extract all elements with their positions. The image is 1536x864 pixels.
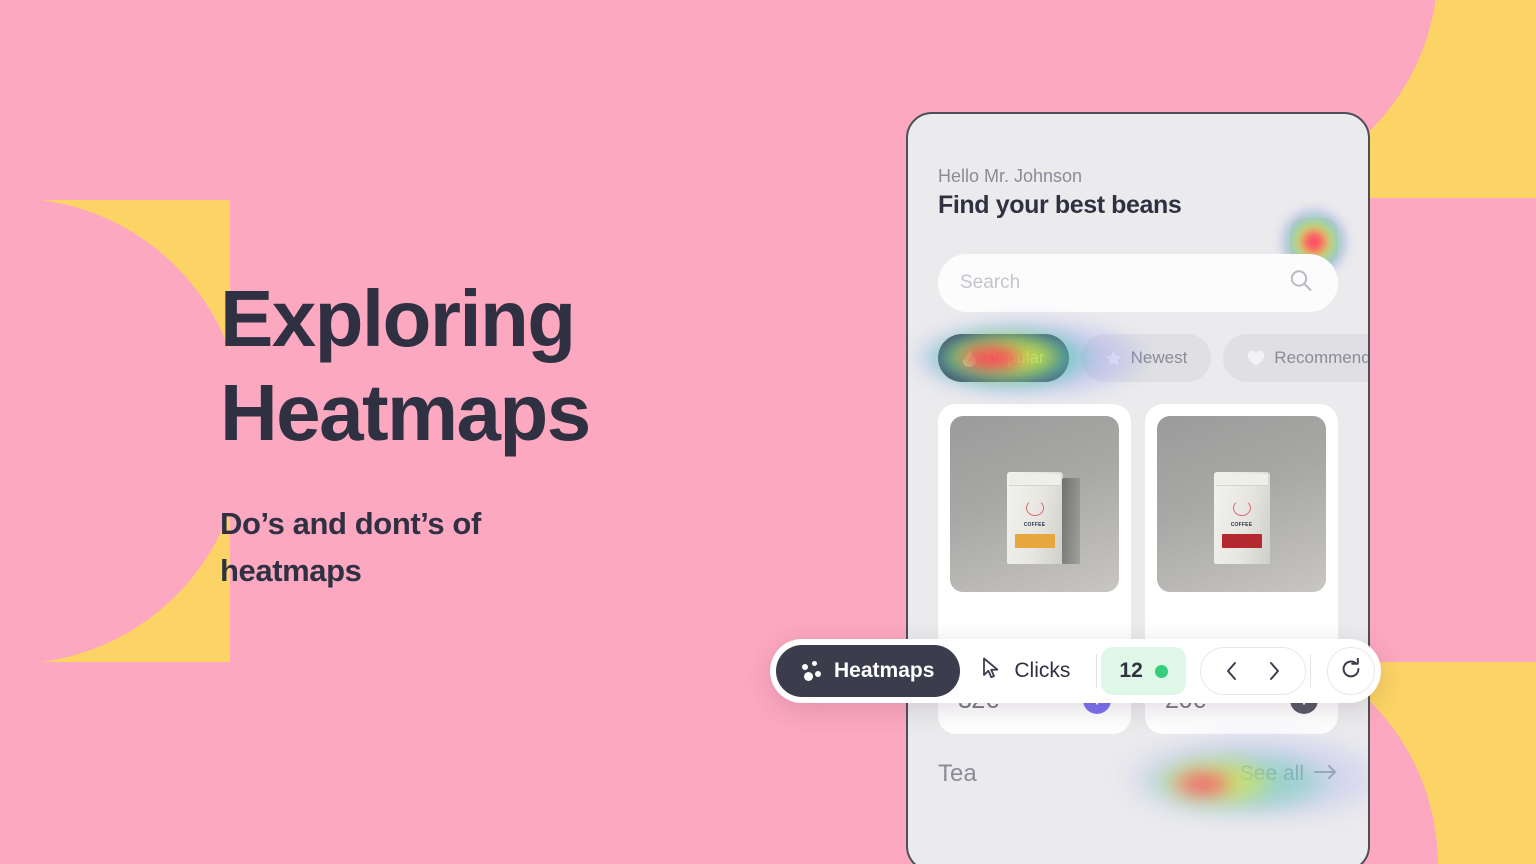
filter-chips: Popular Newest Recommended [908, 306, 1368, 410]
arrow-right-icon [1314, 762, 1338, 786]
bag-logo-mark [1232, 499, 1251, 516]
phone-mockup: Hello Mr. Johnson Find your best beans S… [906, 112, 1370, 864]
cursor-arrow-icon [982, 657, 1002, 685]
refresh-icon [1340, 657, 1362, 685]
click-count-badge: 12 [1101, 647, 1186, 695]
tab-clicks[interactable]: Clicks [960, 645, 1092, 697]
green-status-dot [1154, 664, 1168, 678]
tab-heatmaps[interactable]: Heatmaps [776, 645, 961, 697]
tea-section-header: Tea See all [938, 708, 1368, 818]
product-image: COFFEE [1157, 416, 1326, 592]
product-image: COFFEE [950, 416, 1119, 592]
page-subtitle-line-1: Do’s and dont’s of [220, 506, 481, 542]
chip-newest[interactable]: Newest [1080, 334, 1212, 382]
pagination-controls [1199, 647, 1306, 695]
tab-clicks-label: Clicks [1014, 659, 1071, 682]
bag-logo-mark [1025, 499, 1044, 516]
coffee-bag-graphic: COFFEE [1213, 471, 1270, 564]
bag-label-band [1014, 533, 1055, 548]
heatmap-dots-icon [802, 661, 822, 681]
chip-popular[interactable]: Popular [938, 334, 1069, 382]
chevron-left-icon[interactable] [1217, 656, 1247, 686]
bag-brand-text: COFFEE [1023, 521, 1046, 528]
page-subtitle-line-2: heatmaps [220, 552, 362, 588]
chevron-right-icon[interactable] [1259, 656, 1289, 686]
see-all-label: See all [1239, 762, 1304, 785]
search-icon[interactable] [1288, 268, 1314, 299]
heart-icon [1247, 350, 1265, 366]
star-icon [1105, 350, 1122, 367]
section-title: Tea [938, 760, 977, 787]
toolbar-divider [1096, 654, 1098, 688]
heatmap-toolbar: Heatmaps Clicks 12 [770, 639, 1381, 703]
toolbar-divider [1309, 654, 1311, 688]
page-title-line-2: Heatmaps [220, 367, 591, 457]
bag-top-seal [1215, 473, 1268, 486]
fire-icon [962, 349, 977, 367]
chip-popular-label: Popular [986, 348, 1045, 367]
chip-recommended-label: Recommended [1274, 348, 1370, 367]
app-headline: Find your best beans [938, 191, 1182, 219]
bag-top-seal [1008, 473, 1061, 486]
greeting-text: Hello Mr. Johnson [938, 166, 1083, 186]
click-count-value: 12 [1119, 659, 1143, 682]
refresh-button[interactable] [1326, 647, 1375, 695]
page-title-line-1: Exploring [220, 274, 576, 363]
coffee-bag-graphic: COFFEE [1006, 471, 1080, 564]
page-subtitle: Do’s and dont’s of heatmaps [220, 501, 780, 594]
page-title: Exploring Heatmaps [220, 272, 780, 459]
search-placeholder: Search [960, 272, 1021, 293]
search-input[interactable]: Search [938, 254, 1338, 312]
bag-brand-text: COFFEE [1230, 521, 1253, 528]
chip-recommended[interactable]: Recommended [1223, 334, 1370, 382]
chip-newest-label: Newest [1130, 348, 1188, 367]
tab-heatmaps-label: Heatmaps [834, 659, 935, 682]
hero-text-block: Exploring Heatmaps Do’s and dont’s of he… [220, 272, 780, 594]
see-all-link[interactable]: See all [1240, 762, 1338, 786]
bag-label-band [1221, 533, 1262, 548]
